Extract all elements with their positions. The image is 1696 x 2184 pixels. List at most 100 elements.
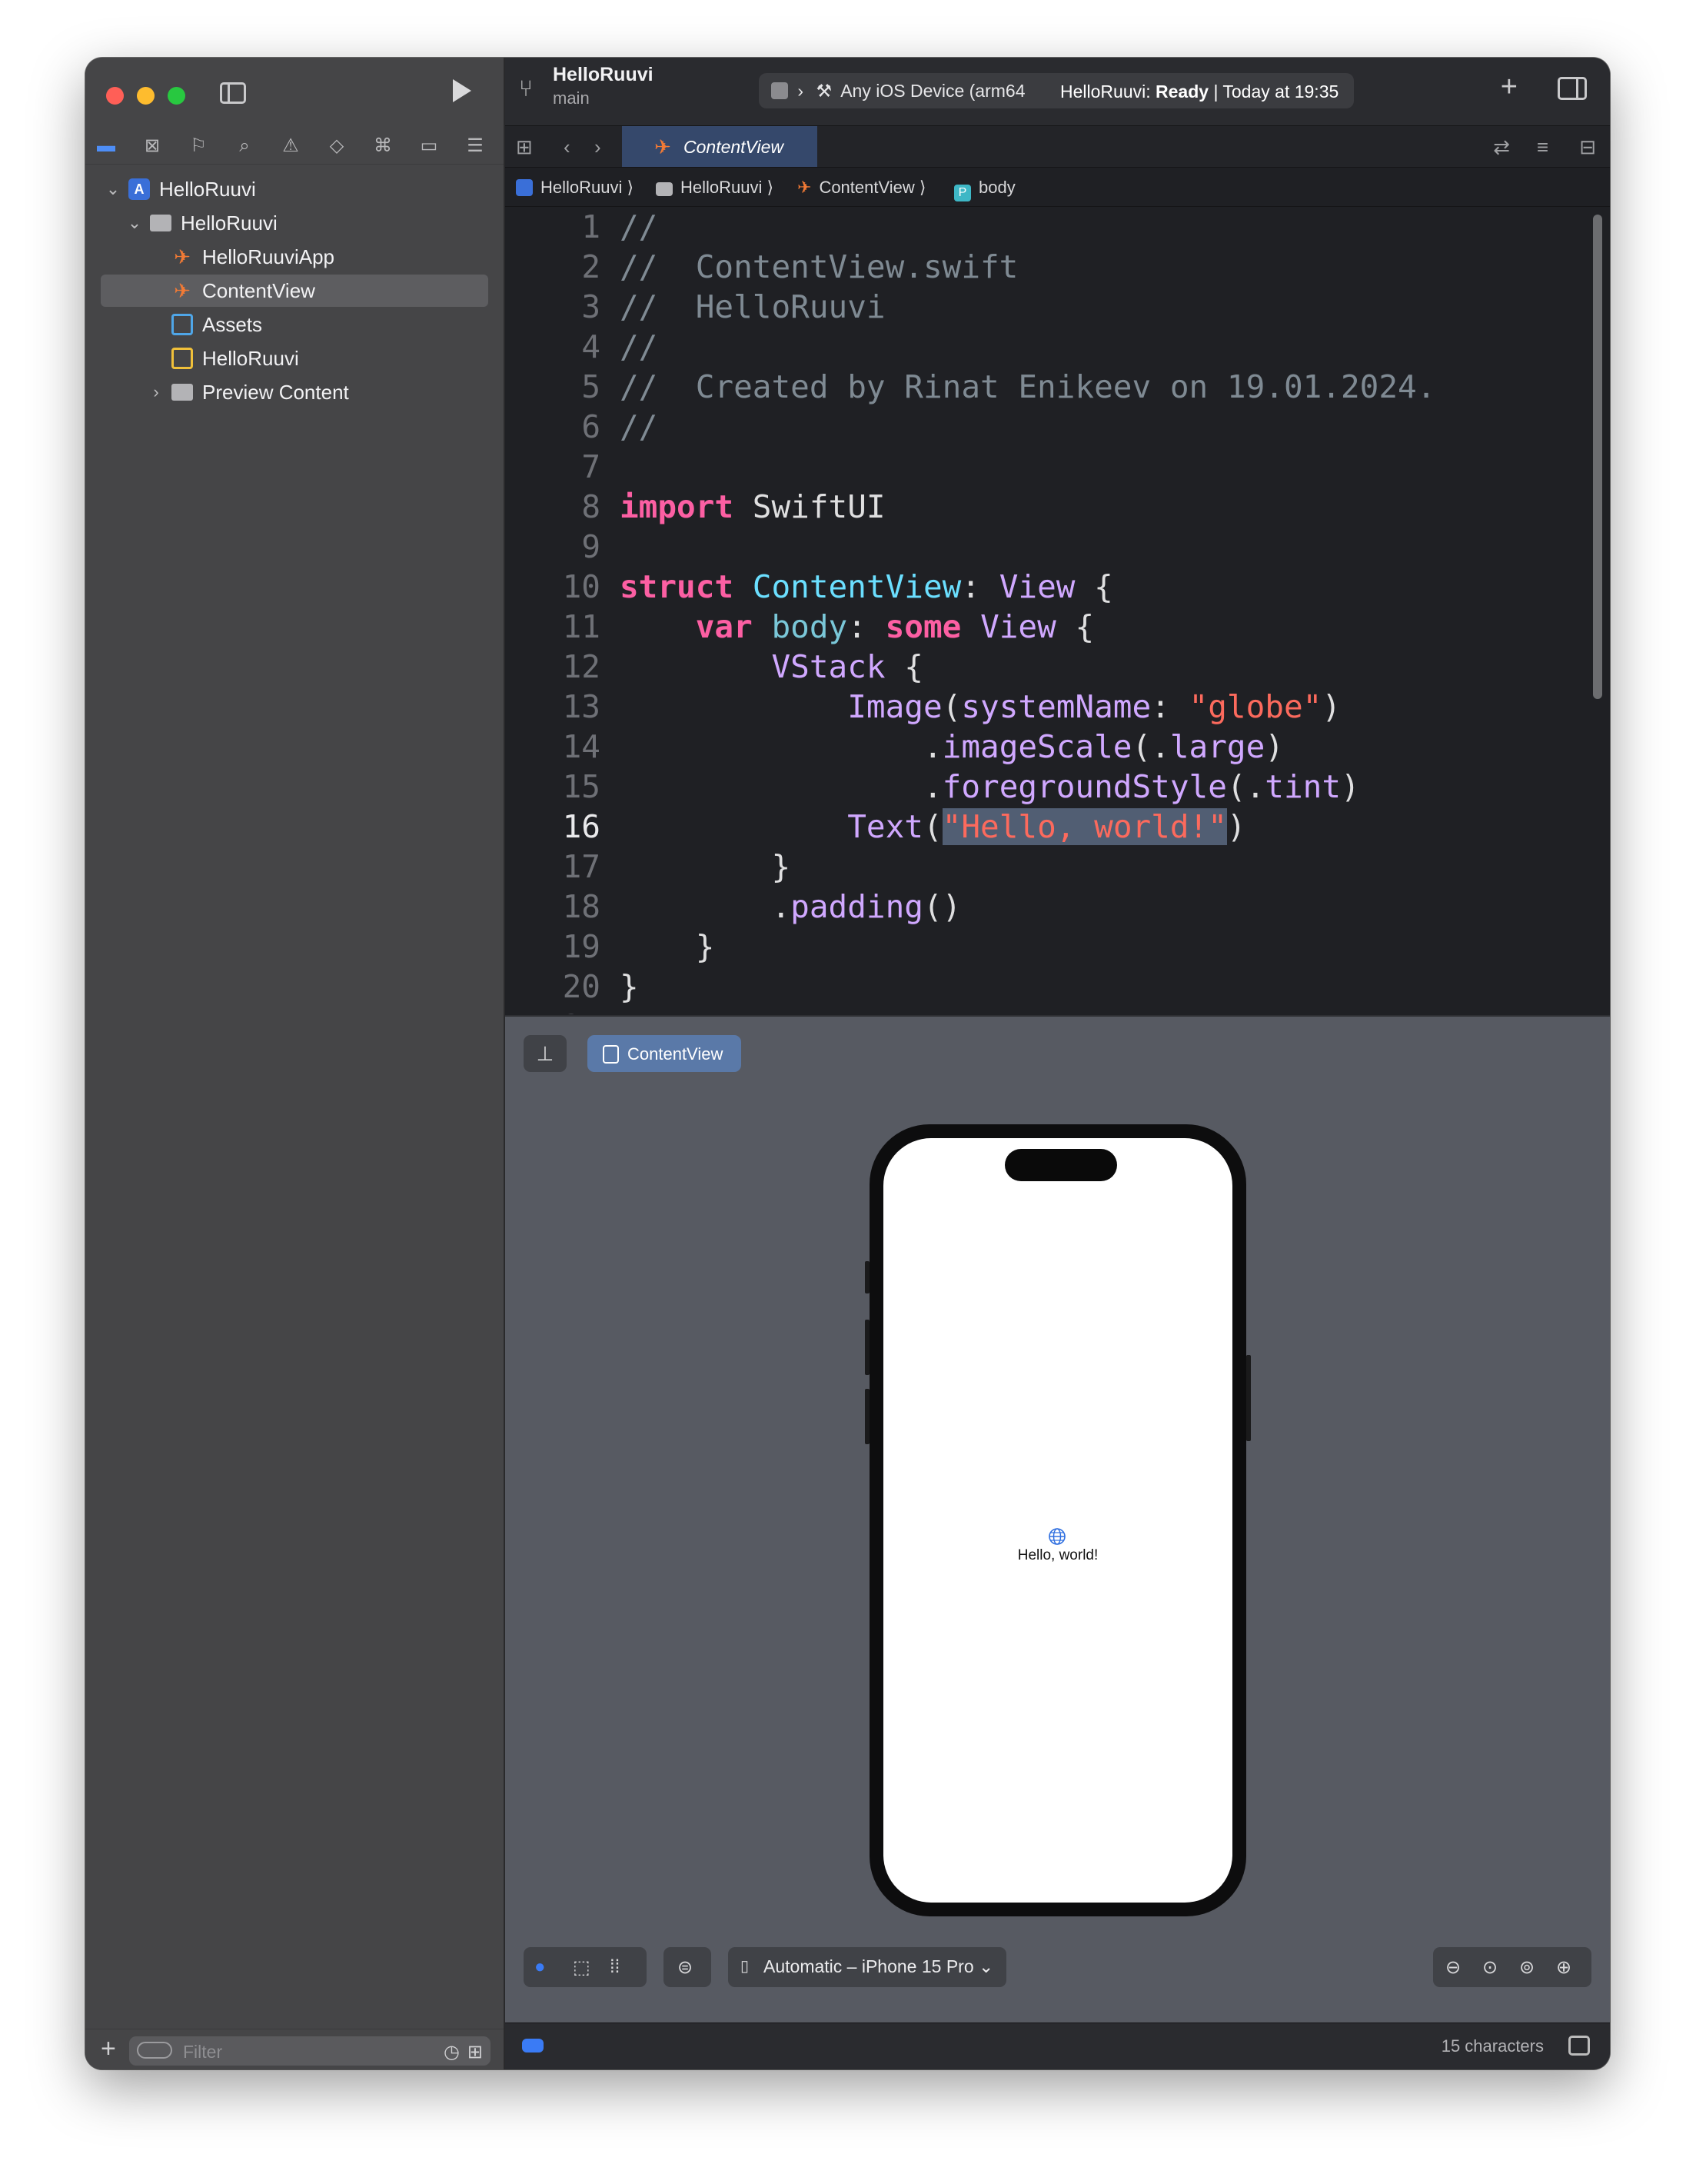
device-selector[interactable]: ▯ Automatic – iPhone 15 Pro ⌄ bbox=[728, 1947, 1006, 1987]
line-number[interactable]: 3 bbox=[505, 287, 600, 327]
zoom-in-icon[interactable]: ⊕ bbox=[1556, 1956, 1571, 1979]
zoom-actual-size-icon[interactable]: ⊙ bbox=[1482, 1956, 1498, 1979]
minimize-window-button[interactable] bbox=[137, 87, 155, 105]
code-token: : bbox=[1151, 688, 1189, 725]
line-number[interactable]: 10 bbox=[505, 567, 600, 607]
editor-scrollbar[interactable] bbox=[1593, 215, 1602, 699]
line-number[interactable]: 11 bbox=[505, 607, 600, 647]
run-destination-selector[interactable]: › ⚒ Any iOS Device (arm64 bbox=[771, 81, 1026, 102]
tree-item-preview-content[interactable]: › Preview Content bbox=[101, 376, 488, 408]
line-number[interactable]: 8 bbox=[505, 487, 600, 527]
globe-icon bbox=[1049, 1528, 1066, 1545]
project-icon bbox=[516, 179, 533, 196]
line-number[interactable]: 16 bbox=[505, 807, 600, 847]
tree-item-hello-ruuvi-app[interactable]: ✈ HelloRuuviApp bbox=[101, 241, 488, 273]
chevron-down-icon[interactable]: ⌄ bbox=[105, 173, 121, 205]
issue-navigator-warning-icon[interactable]: ⚠ bbox=[279, 135, 302, 158]
tree-item-entitlements[interactable]: HelloRuuvi bbox=[101, 342, 488, 375]
code-token: ) bbox=[1322, 688, 1342, 725]
close-window-button[interactable] bbox=[106, 87, 124, 105]
asset-catalog-icon bbox=[171, 314, 193, 335]
recent-files-clock-icon[interactable]: ◷ bbox=[444, 2041, 460, 2063]
chevron-right-icon[interactable]: › bbox=[148, 376, 164, 408]
selectable-mode-cursor-icon[interactable]: ⬚ bbox=[573, 1956, 590, 1979]
live-preview-play-icon[interactable]: ● bbox=[534, 1956, 546, 1978]
bookmark-navigator-icon[interactable]: ⚐ bbox=[187, 135, 210, 158]
device-label: Automatic – iPhone 15 Pro ⌄ bbox=[763, 1956, 993, 1977]
tree-item-group-folder[interactable]: ⌄ HelloRuuvi bbox=[101, 207, 488, 239]
line-number[interactable]: 20 bbox=[505, 967, 600, 1007]
selected-string-literal[interactable]: "Hello, world!" bbox=[942, 808, 1227, 845]
device-settings-toggle-icon[interactable]: ⊜ bbox=[663, 1947, 711, 1987]
tree-item-project[interactable]: ⌄ A HelloRuuvi bbox=[101, 173, 488, 205]
add-file-plus-icon[interactable]: + bbox=[101, 2034, 116, 2064]
code-line: .padding() bbox=[620, 887, 961, 927]
line-number[interactable]: 13 bbox=[505, 687, 600, 727]
editor-tab-bar: ⊞ ‹ › ✈ ContentView ⇄ ≡ ⊟ bbox=[505, 126, 1610, 168]
preview-selector-button[interactable]: ContentView bbox=[587, 1035, 741, 1072]
line-number[interactable]: 1 bbox=[505, 207, 600, 247]
line-number[interactable]: 5 bbox=[505, 367, 600, 407]
line-number[interactable]: 14 bbox=[505, 727, 600, 767]
line-number[interactable]: 12 bbox=[505, 647, 600, 687]
toggle-settings-icon: ⊜ bbox=[677, 1957, 693, 1978]
enum-case: tint bbox=[1265, 768, 1342, 805]
entitlements-icon bbox=[171, 348, 193, 369]
line-number[interactable]: 9 bbox=[505, 527, 600, 567]
zoom-to-fit-icon[interactable]: ⊚ bbox=[1519, 1956, 1535, 1979]
breadcrumb-file[interactable]: ✈ ContentView ⟩ bbox=[797, 178, 926, 198]
find-navigator-search-icon[interactable]: ⌕ bbox=[233, 135, 256, 158]
run-button[interactable] bbox=[453, 79, 471, 102]
source-control-filter-icon[interactable]: ⊞ bbox=[467, 2041, 483, 2063]
forward-chevron-icon[interactable]: › bbox=[594, 135, 601, 159]
tree-item-label: HelloRuuvi bbox=[181, 211, 278, 235]
tree-item-label: HelloRuuvi bbox=[202, 347, 299, 370]
debug-area-toggle-icon[interactable] bbox=[522, 2039, 544, 2052]
breadcrumb-label: HelloRuuvi bbox=[680, 178, 763, 197]
debug-navigator-spray-icon[interactable]: ⌘ bbox=[371, 135, 394, 158]
line-number[interactable]: 18 bbox=[505, 887, 600, 927]
editor-options-icon[interactable]: ≡ bbox=[1537, 135, 1548, 159]
breadcrumb-group[interactable]: HelloRuuvi ⟩ bbox=[656, 178, 773, 198]
line-number[interactable]: 15 bbox=[505, 767, 600, 807]
chevron-right-icon: › bbox=[797, 81, 804, 101]
breadcrumb-symbol[interactable]: Pbody bbox=[954, 178, 1016, 201]
library-plus-icon[interactable]: + bbox=[1501, 72, 1518, 102]
variants-grid-icon[interactable]: ⁞⁞ bbox=[610, 1956, 620, 1978]
line-number[interactable]: 6 bbox=[505, 407, 600, 447]
line-number[interactable]: 4 bbox=[505, 327, 600, 367]
line-number[interactable]: 7 bbox=[505, 447, 600, 487]
source-editor[interactable]: 123456789101112131415161718192021 // // … bbox=[505, 207, 1610, 1014]
split-editor-icon[interactable]: ⊟ bbox=[1579, 135, 1596, 159]
tree-item-assets[interactable]: Assets bbox=[101, 308, 488, 341]
zoom-out-icon[interactable]: ⊖ bbox=[1445, 1956, 1461, 1979]
breadcrumb-label: ContentView bbox=[819, 178, 915, 197]
chevron-down-icon[interactable]: ⌄ bbox=[127, 207, 142, 239]
report-navigator-icon[interactable]: ☰ bbox=[464, 135, 487, 158]
project-navigator-folder-icon[interactable]: ▬ bbox=[95, 135, 118, 158]
line-number[interactable]: 2 bbox=[505, 247, 600, 287]
zoom-controls: ⊖ ⊙ ⊚ ⊕ bbox=[1433, 1947, 1591, 1987]
line-number[interactable]: 17 bbox=[505, 847, 600, 887]
source-control-navigator-icon[interactable]: ⊠ bbox=[141, 135, 164, 158]
code-line: .foregroundStyle(.tint) bbox=[620, 767, 1360, 807]
sidebar-toggle-icon[interactable] bbox=[220, 82, 246, 104]
branch-name[interactable]: main bbox=[553, 88, 590, 108]
filter-input[interactable]: Filter ◷ ⊞ bbox=[129, 2036, 491, 2066]
pin-preview-icon[interactable]: ⊥ bbox=[524, 1035, 567, 1072]
tree-item-content-view[interactable]: ✈ ContentView bbox=[101, 275, 488, 307]
filter-options-icon[interactable] bbox=[137, 2042, 172, 2059]
tab-content-view[interactable]: ✈ ContentView bbox=[622, 126, 817, 167]
back-chevron-icon[interactable]: ‹ bbox=[564, 135, 570, 159]
line-number[interactable]: 19 bbox=[505, 927, 600, 967]
breadcrumb-project[interactable]: HelloRuuvi ⟩ bbox=[516, 178, 634, 198]
swap-arrows-icon[interactable]: ⇄ bbox=[1493, 135, 1510, 159]
line-number[interactable]: 21 bbox=[505, 1007, 600, 1014]
test-navigator-diamond-icon[interactable]: ◇ bbox=[325, 135, 348, 158]
zoom-window-button[interactable] bbox=[168, 87, 185, 105]
related-items-grid-icon[interactable]: ⊞ bbox=[516, 135, 533, 159]
preview-canvas: ⊥ ContentView Hello, world! ● ⬚ ⁞⁞ ⊜ ▯ A… bbox=[505, 1015, 1610, 2023]
breakpoint-navigator-icon[interactable]: ▭ bbox=[417, 135, 441, 158]
hide-debug-area-icon[interactable] bbox=[1568, 2036, 1590, 2056]
inspector-toggle-icon[interactable] bbox=[1558, 77, 1587, 100]
